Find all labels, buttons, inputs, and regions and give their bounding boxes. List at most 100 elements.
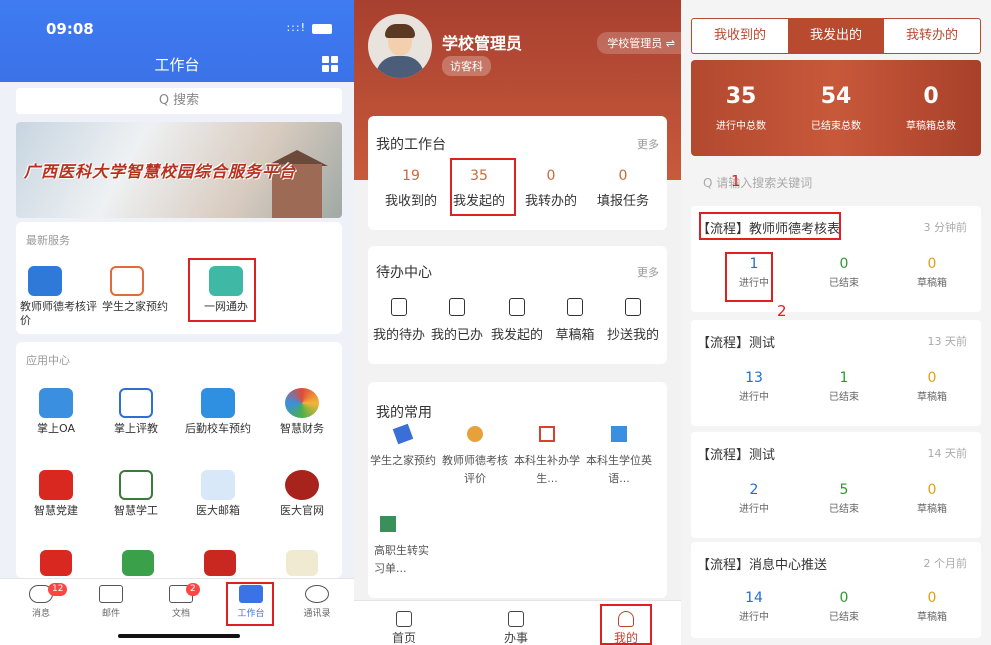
people-icon xyxy=(611,426,627,442)
home-indicator xyxy=(118,634,240,638)
document-badge: 2 xyxy=(186,583,200,596)
page-title: 工作台 xyxy=(154,56,200,74)
service-student-home[interactable]: 学生之家预约 xyxy=(102,266,174,314)
role-switch-button[interactable]: 学校管理员 ⇌ xyxy=(597,32,681,54)
workbench-icon xyxy=(239,585,263,603)
app-teaching-eval[interactable]: 掌上评教 xyxy=(96,388,176,436)
process-time: 13 天前 xyxy=(927,335,968,348)
stat-running[interactable]: 14 进行中 xyxy=(719,590,789,623)
stat-running[interactable]: 2 进行中 xyxy=(719,482,789,515)
stat-running[interactable]: 1 进行中 xyxy=(719,256,789,289)
latest-services-card: 最新服务 教师师德考核评价 学生之家预约 一网通办 xyxy=(16,222,342,334)
process-title: 【流程】测试 xyxy=(697,448,776,463)
todo-my-pending[interactable]: 我的待办 xyxy=(368,298,430,343)
common-vocational-transfer[interactable]: 高职生转实习单... xyxy=(368,516,438,578)
process-title: 【流程】教师师德考核表 xyxy=(697,222,841,237)
process-card[interactable]: 【流程】教师师德考核表 3 分钟前 1 进行中 0 已结束 0 草稿箱 xyxy=(691,206,981,312)
avatar[interactable] xyxy=(368,14,432,78)
book-icon xyxy=(119,470,153,500)
section-title: 最新服务 xyxy=(26,234,70,247)
app-party[interactable]: 智慧党建 xyxy=(16,470,96,518)
tab-mail[interactable]: 邮件 xyxy=(86,585,136,619)
annotation-label: 2 xyxy=(777,302,787,320)
todo-drafts[interactable]: 草稿箱 xyxy=(544,298,606,343)
process-card[interactable]: 【流程】测试 14 天前 2 进行中 5 已结束 0 草稿箱 xyxy=(691,432,981,538)
todo-cc[interactable]: 抄送我的 xyxy=(602,298,664,343)
mail-globe-icon xyxy=(201,470,235,500)
app-icon-partial[interactable] xyxy=(40,550,72,576)
stat-transferred[interactable]: 0 我转办的 xyxy=(520,168,582,209)
common-degree-english[interactable]: 本科生学位英语... xyxy=(584,426,654,488)
header-bar: 09:08 :::! 工作台 xyxy=(0,0,354,82)
list-icon xyxy=(508,611,524,627)
process-card[interactable]: 【流程】消息中心推送 2 个月前 14 进行中 0 已结束 0 草稿箱 xyxy=(691,542,981,638)
tab-mine[interactable]: 我的 xyxy=(596,611,656,645)
banner-text: 广西医科大学智慧校园综合服务平台 xyxy=(24,162,297,181)
signal-icon: :::! xyxy=(286,21,306,34)
common-student-card[interactable]: 本科生补办学生... xyxy=(512,426,582,488)
app-icon-partial[interactable] xyxy=(204,550,236,576)
todo-initiated[interactable]: 我发起的 xyxy=(486,298,548,343)
bus-icon xyxy=(201,388,235,418)
app-oa[interactable]: 掌上OA xyxy=(16,388,96,436)
service-one-stop[interactable]: 一网通办 xyxy=(186,266,266,314)
stat-draft[interactable]: 0 草稿箱 xyxy=(897,370,967,403)
stat-draft[interactable]: 0 草稿箱 xyxy=(897,590,967,623)
user-name: 学校管理员 xyxy=(442,34,523,53)
workbench-card: 我的工作台 更多 19 我收到的 35 我发起的 0 我转办的 0 填报任务 xyxy=(368,116,667,230)
segment-tabs: 我收到的 我发出的 我转办的 xyxy=(691,18,981,54)
bottom-tab-bar: 首页 办事 我的 xyxy=(354,600,681,645)
app-shuttle-booking[interactable]: 后勤校车预约 xyxy=(178,388,258,436)
card-title: 待办中心 xyxy=(376,265,432,281)
card-title: 我的工作台 xyxy=(376,137,446,153)
process-time: 3 分钟前 xyxy=(923,221,968,234)
message-badge: 12 xyxy=(48,583,68,596)
summary-running[interactable]: 35 进行中总数 xyxy=(696,84,786,132)
more-link[interactable]: 更多 xyxy=(637,136,659,152)
grid-menu-icon[interactable] xyxy=(322,56,338,72)
tab-sent[interactable]: 我发出的 xyxy=(788,19,884,53)
stat-running[interactable]: 13 进行中 xyxy=(719,370,789,403)
app-website[interactable]: 医大官网 xyxy=(262,470,342,518)
card-title: 我的常用 xyxy=(376,405,432,421)
university-seal-icon xyxy=(285,470,319,500)
more-link[interactable]: 更多 xyxy=(637,264,659,280)
profile-screen: 学校管理员 访客科 学校管理员 ⇌ 我的工作台 更多 19 我收到的 35 我发起的… xyxy=(354,0,681,645)
tab-home[interactable]: 首页 xyxy=(374,611,434,645)
process-title: 【流程】消息中心推送 xyxy=(697,558,828,573)
tab-workbench[interactable]: 工作台 xyxy=(226,585,276,619)
tab-transferred[interactable]: 我转办的 xyxy=(884,19,980,53)
tab-services[interactable]: 办事 xyxy=(486,611,546,645)
stat-fill-tasks[interactable]: 0 填报任务 xyxy=(592,168,654,209)
app-icon-partial[interactable] xyxy=(286,550,318,576)
stat-draft[interactable]: 0 草稿箱 xyxy=(897,482,967,515)
check-doc-icon xyxy=(449,298,465,316)
banner-image[interactable]: 广西医科大学智慧校园综合服务平台 xyxy=(16,122,342,218)
common-teacher-eval[interactable]: 教师师德考核评价 xyxy=(440,426,510,488)
stat-done[interactable]: 1 已结束 xyxy=(809,370,879,403)
summary-done[interactable]: 54 已结束总数 xyxy=(791,84,881,132)
annotation-label: 1 xyxy=(731,172,741,190)
tab-received[interactable]: 我收到的 xyxy=(692,19,788,53)
todo-my-done[interactable]: 我的已办 xyxy=(426,298,488,343)
stat-initiated[interactable]: 35 我发起的 xyxy=(448,168,510,209)
app-finance[interactable]: 智慧财务 xyxy=(262,388,342,436)
summary-drafts[interactable]: 0 草稿箱总数 xyxy=(886,84,976,132)
app-icon-partial[interactable] xyxy=(122,550,154,576)
cc-doc-icon xyxy=(625,298,641,316)
search-input[interactable]: Q 搜索 xyxy=(16,88,342,114)
stat-done[interactable]: 0 已结束 xyxy=(809,590,879,623)
todo-center-card: 待办中心 更多 我的待办 我的已办 我发起的 草稿箱 抄送我的 xyxy=(368,246,667,364)
stat-done[interactable]: 0 已结束 xyxy=(809,256,879,289)
service-teacher-evaluation[interactable]: 教师师德考核评价 xyxy=(20,266,100,328)
home-logo-icon xyxy=(110,266,144,296)
stat-received[interactable]: 19 我收到的 xyxy=(380,168,442,209)
tab-contacts[interactable]: 通讯录 xyxy=(292,585,342,619)
app-student-affairs[interactable]: 智慧学工 xyxy=(96,470,176,518)
common-student-home[interactable]: 学生之家预约 xyxy=(368,423,438,470)
stat-draft[interactable]: 0 草稿箱 xyxy=(897,256,967,289)
process-card[interactable]: 【流程】测试 13 天前 13 进行中 1 已结束 0 草稿箱 xyxy=(691,320,981,426)
battery-icon xyxy=(312,24,332,34)
stat-done[interactable]: 5 已结束 xyxy=(809,482,879,515)
app-mail[interactable]: 医大邮箱 xyxy=(178,470,258,518)
